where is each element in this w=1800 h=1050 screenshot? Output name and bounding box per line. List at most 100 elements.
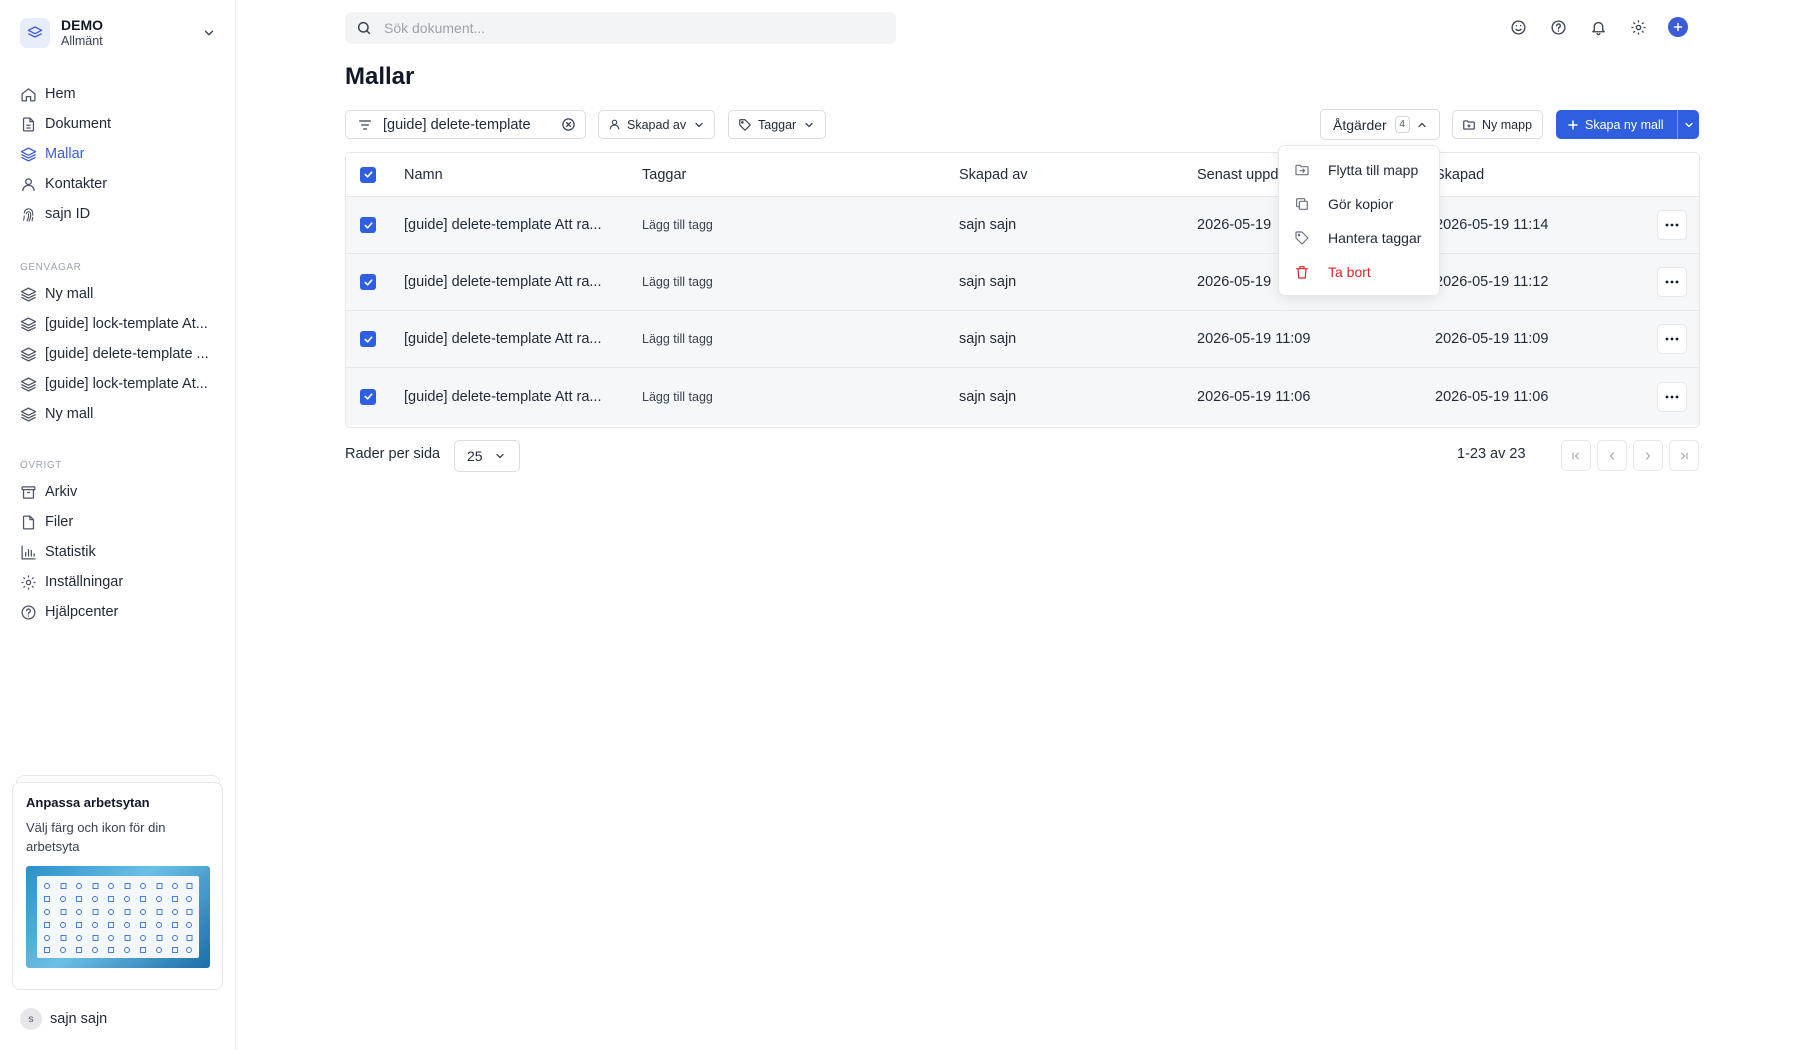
tag-icon: [1294, 230, 1310, 246]
folder-move-icon: [1294, 162, 1310, 178]
shortcut-item[interactable]: [guide] lock-template At...: [20, 309, 220, 339]
row-checkbox[interactable]: [360, 274, 376, 290]
search-input[interactable]: [384, 20, 864, 36]
user-profile[interactable]: s sajn sajn: [20, 1008, 107, 1030]
customize-workspace-card[interactable]: Anpassa arbetsytan Välj färg och ikon fö…: [12, 782, 223, 990]
row-more-button[interactable]: [1657, 210, 1687, 240]
table-row[interactable]: [guide] delete-template Att ra... Lägg t…: [346, 311, 1699, 368]
row-more-button[interactable]: [1657, 324, 1687, 354]
table-row[interactable]: [guide] delete-template Att ra... Lägg t…: [346, 368, 1699, 425]
layers-icon: [20, 346, 37, 363]
template-name[interactable]: [guide] delete-template Att ra...: [404, 274, 601, 290]
actions-menu: Flytta till mapp Gör kopior Hantera tagg…: [1278, 145, 1440, 296]
nav-label: Statistik: [45, 544, 96, 560]
rows-per-page-select[interactable]: 25: [454, 440, 520, 472]
chevron-up-icon: [1416, 119, 1428, 131]
next-page-button[interactable]: [1633, 440, 1663, 471]
first-page-button[interactable]: [1561, 440, 1591, 471]
icon-grid-illustration: [37, 875, 199, 958]
nav-item-files[interactable]: Filer: [20, 507, 220, 537]
bell-icon[interactable]: [1588, 17, 1608, 37]
column-header-name[interactable]: Namn: [404, 167, 443, 183]
add-tag-button[interactable]: Lägg till tagg: [642, 390, 713, 404]
layers-icon: [20, 146, 37, 163]
nav-label: Arkiv: [45, 484, 78, 500]
tags-label: Taggar: [758, 117, 797, 132]
new-folder-button[interactable]: Ny mapp: [1452, 110, 1543, 139]
page-title: Mallar: [345, 63, 415, 90]
menu-item-label: Flytta till mapp: [1328, 162, 1419, 178]
smiley-icon[interactable]: [1508, 17, 1528, 37]
table-header: Namn Taggar Skapad av Senast uppd Skapad: [346, 153, 1699, 197]
shortcut-item[interactable]: Ny mall: [20, 279, 220, 309]
fingerprint-icon: [20, 206, 37, 223]
tags-filter[interactable]: Taggar: [728, 110, 826, 139]
chevron-down-icon: [202, 26, 216, 40]
updated-at: 2026-05-19 11:06: [1197, 388, 1311, 405]
nav-item-contacts[interactable]: Kontakter: [20, 169, 220, 199]
nav-item-archive[interactable]: Arkiv: [20, 477, 220, 507]
shortcut-item[interactable]: [guide] delete-template ...: [20, 339, 220, 369]
shortcut-item[interactable]: Ny mall: [20, 399, 220, 429]
promo-title: Anpassa arbetsytan: [26, 795, 150, 810]
column-header-created-by[interactable]: Skapad av: [959, 167, 1028, 183]
actions-label: Åtgärder: [1333, 116, 1387, 133]
nav-item-templates[interactable]: Mallar: [20, 139, 220, 169]
chevron-down-icon: [693, 119, 705, 131]
created-by: sajn sajn: [959, 217, 1017, 233]
pagination-range: 1-23 av 23: [1457, 446, 1526, 462]
row-checkbox[interactable]: [360, 331, 376, 347]
help-circle-icon[interactable]: [1548, 17, 1568, 37]
menu-item-manage-tags[interactable]: Hantera taggar: [1279, 221, 1439, 255]
row-checkbox[interactable]: [360, 388, 376, 405]
row-more-button[interactable]: [1657, 381, 1687, 412]
workspace-switcher[interactable]: DEMO Allmänt: [20, 16, 216, 50]
gear-icon[interactable]: [1628, 17, 1648, 37]
search-filter-chip[interactable]: [guide] delete-template: [345, 110, 586, 139]
shortcuts-nav: Ny mall [guide] lock-template At... [gui…: [20, 279, 220, 429]
clear-filter-icon[interactable]: [561, 117, 576, 132]
select-all-checkbox[interactable]: [360, 166, 376, 183]
nav-item-documents[interactable]: Dokument: [20, 109, 220, 139]
create-template-dropdown[interactable]: [1677, 110, 1699, 139]
help-circle-icon: [20, 604, 37, 621]
add-tag-button[interactable]: Lägg till tagg: [642, 332, 713, 346]
nav-item-statistics[interactable]: Statistik: [20, 537, 220, 567]
menu-item-label: Hantera taggar: [1328, 230, 1422, 246]
previous-page-button[interactable]: [1597, 440, 1627, 471]
create-template-main[interactable]: Skapa ny mall: [1556, 110, 1677, 139]
last-page-button[interactable]: [1669, 440, 1699, 471]
plus-circle-icon[interactable]: [1668, 17, 1688, 37]
template-name[interactable]: [guide] delete-template Att ra...: [404, 217, 601, 233]
menu-item-duplicate[interactable]: Gör kopior: [1279, 187, 1439, 221]
chevron-left-icon: [1606, 450, 1618, 462]
nav-item-help[interactable]: Hjälpcenter: [20, 597, 220, 627]
actions-button[interactable]: Åtgärder 4: [1320, 109, 1440, 140]
nav-item-settings[interactable]: Inställningar: [20, 567, 220, 597]
search-bar[interactable]: [345, 12, 896, 44]
add-tag-button[interactable]: Lägg till tagg: [642, 218, 713, 232]
menu-item-move-to-folder[interactable]: Flytta till mapp: [1279, 153, 1439, 187]
created-by-filter[interactable]: Skapad av: [598, 110, 715, 139]
row-more-button[interactable]: [1657, 267, 1687, 297]
table-row[interactable]: [guide] delete-template Att ra... Lägg t…: [346, 254, 1699, 311]
template-name[interactable]: [guide] delete-template Att ra...: [404, 389, 601, 405]
create-template-button[interactable]: Skapa ny mall: [1556, 110, 1699, 139]
nav-item-sajn-id[interactable]: sajn ID: [20, 199, 220, 229]
table-row[interactable]: [guide] delete-template Att ra... Lägg t…: [346, 197, 1699, 254]
menu-item-delete[interactable]: Ta bort: [1279, 255, 1439, 289]
shortcut-item[interactable]: [guide] lock-template At...: [20, 369, 220, 399]
column-header-updated[interactable]: Senast uppd: [1197, 167, 1278, 183]
shortcut-label: [guide] delete-template ...: [45, 346, 209, 362]
rows-per-page-label: Rader per sida: [345, 446, 441, 462]
selection-count-badge: 4: [1394, 116, 1410, 133]
template-name[interactable]: [guide] delete-template Att ra...: [404, 331, 601, 347]
search-icon: [356, 20, 372, 36]
created-at: 2026-05-19 11:09: [1435, 331, 1549, 347]
nav-item-home[interactable]: Hem: [20, 79, 220, 109]
workspace-name: DEMO: [61, 17, 103, 34]
add-tag-button[interactable]: Lägg till tagg: [642, 275, 713, 289]
created-by-label: Skapad av: [627, 117, 687, 132]
column-header-created[interactable]: Skapad: [1435, 167, 1484, 183]
row-checkbox[interactable]: [360, 217, 376, 233]
